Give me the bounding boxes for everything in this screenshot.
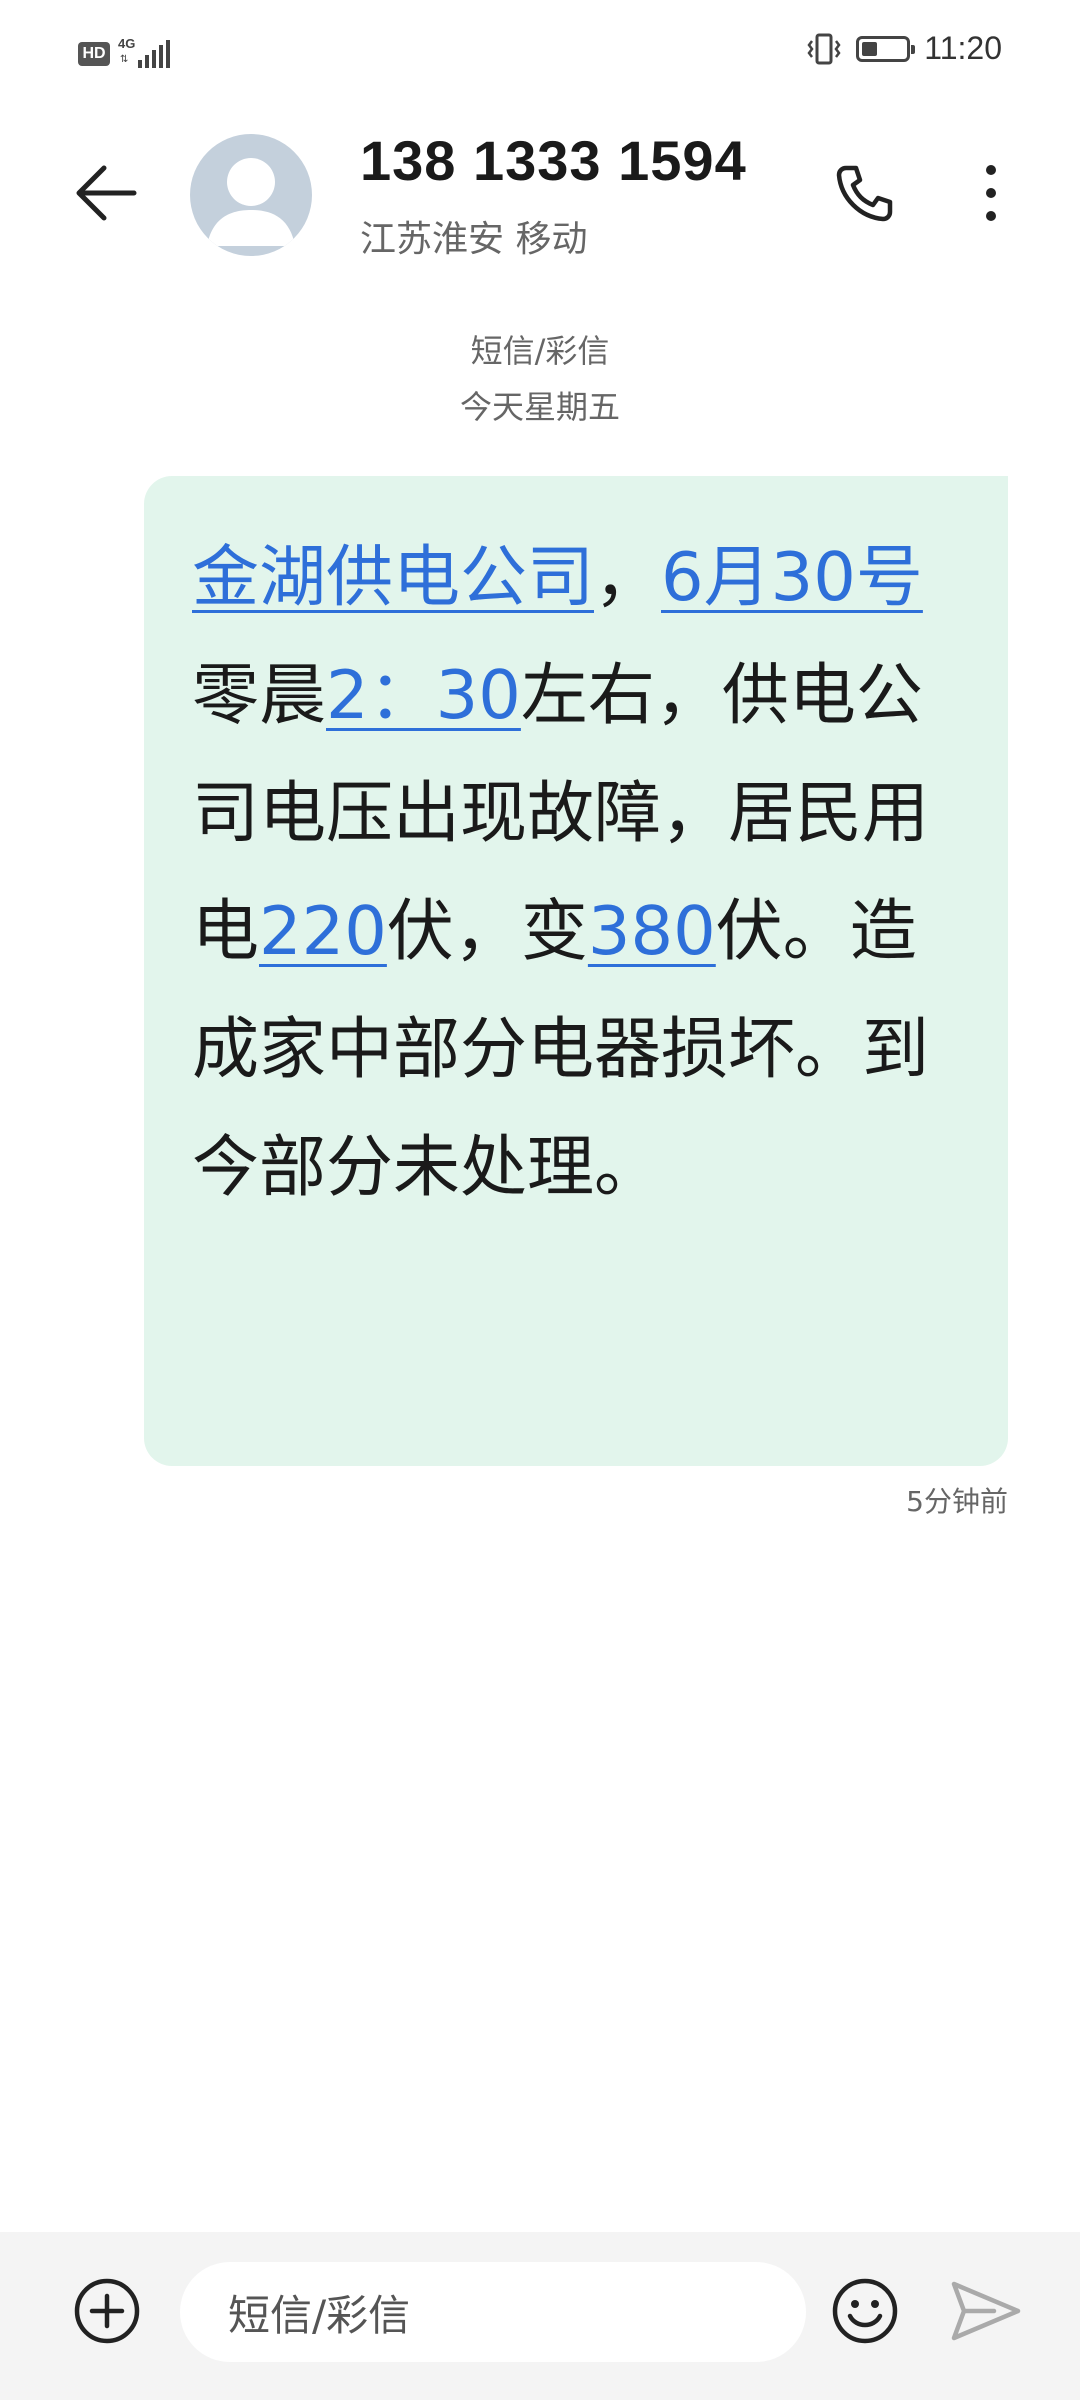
send-icon[interactable] [950, 2278, 1022, 2344]
message-day: 今天星期五 [459, 388, 620, 426]
network-type: 4G [118, 36, 136, 51]
message-text: 金湖供电公司，6月30号零晨2：30左右，供电公司电压出现故障，居民用电220伏… [192, 518, 956, 1226]
message-input[interactable]: 短信/彩信 [180, 2262, 806, 2362]
back-arrow-icon[interactable] [72, 158, 142, 228]
status-right: 11:20 [806, 30, 1002, 67]
clock: 11:20 [924, 30, 1002, 66]
data-arrows-icon: ⇅ [120, 54, 129, 65]
vibrate-icon [807, 33, 841, 64]
more-vert-icon[interactable] [966, 158, 1016, 228]
avatar[interactable] [190, 134, 312, 256]
status-left: HD 4G ⇅ [78, 36, 178, 72]
input-placeholder: 短信/彩信 [228, 2290, 411, 2340]
battery-icon [856, 35, 916, 62]
contact-location: 江苏淮安 移动 [360, 219, 588, 260]
phone-icon[interactable] [830, 158, 900, 228]
emoji-icon[interactable] [830, 2276, 900, 2346]
message-bubble[interactable]: 金湖供电公司，6月30号零晨2：30左右，供电公司电压出现故障，居民用电220伏… [144, 476, 1008, 1466]
link-segment[interactable]: 2：30 [326, 656, 521, 734]
link-segment[interactable]: 380 [588, 892, 716, 970]
message-timestamp: 5分钟前 [906, 1485, 1008, 1518]
message-channel: 短信/彩信 [470, 332, 610, 370]
link-segment[interactable]: 6月30号 [661, 538, 923, 616]
link-segment[interactable]: 金湖供电公司 [192, 538, 594, 616]
battery-fill [862, 41, 878, 56]
add-icon[interactable] [72, 2276, 142, 2346]
conversation-header: 138 1333 1594 江苏淮安 移动 [0, 110, 1080, 310]
person-icon [207, 158, 295, 246]
text-segment: 伏，变 [386, 892, 588, 970]
text-segment: ， [594, 538, 661, 616]
compose-bar: 短信/彩信 [0, 2232, 1080, 2400]
contact-number: 138 1333 1594 [360, 129, 747, 192]
link-segment[interactable]: 220 [259, 892, 387, 970]
hd-badge: HD [78, 42, 110, 66]
text-segment: 零晨 [192, 656, 326, 734]
status-bar: HD 4G ⇅ 11:20 [0, 0, 1080, 110]
signal-icon: 4G ⇅ [118, 36, 178, 72]
